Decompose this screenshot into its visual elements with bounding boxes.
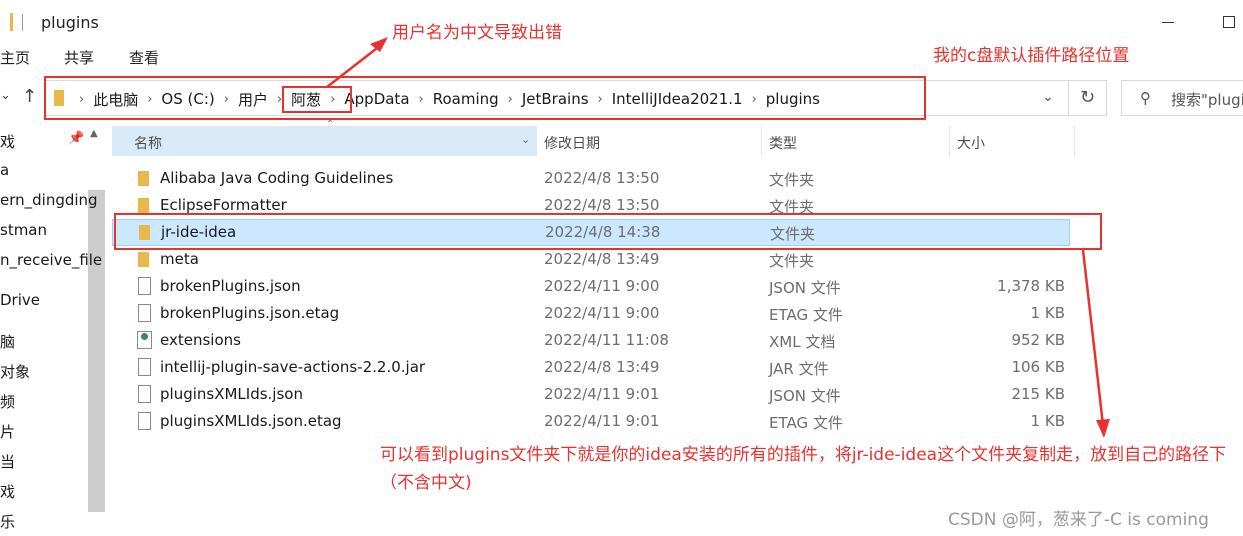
- annotation-path-note: 我的c盘默认插件路径位置: [933, 46, 1130, 66]
- annotation-username-note: 用户名为中文导致出错: [392, 23, 562, 43]
- annotation-arrow-username: [326, 44, 382, 88]
- annotation-arrow-folder: [1081, 249, 1105, 426]
- arrow-head-icon: [1096, 419, 1110, 438]
- annotation-instruction: 可以看到plugins文件夹下就是你的idea安装的所有的插件，将jr-ide-…: [380, 445, 1227, 493]
- arrow-head-icon: [370, 37, 388, 52]
- watermark: CSDN @阿，葱来了-C is coming: [948, 510, 1209, 530]
